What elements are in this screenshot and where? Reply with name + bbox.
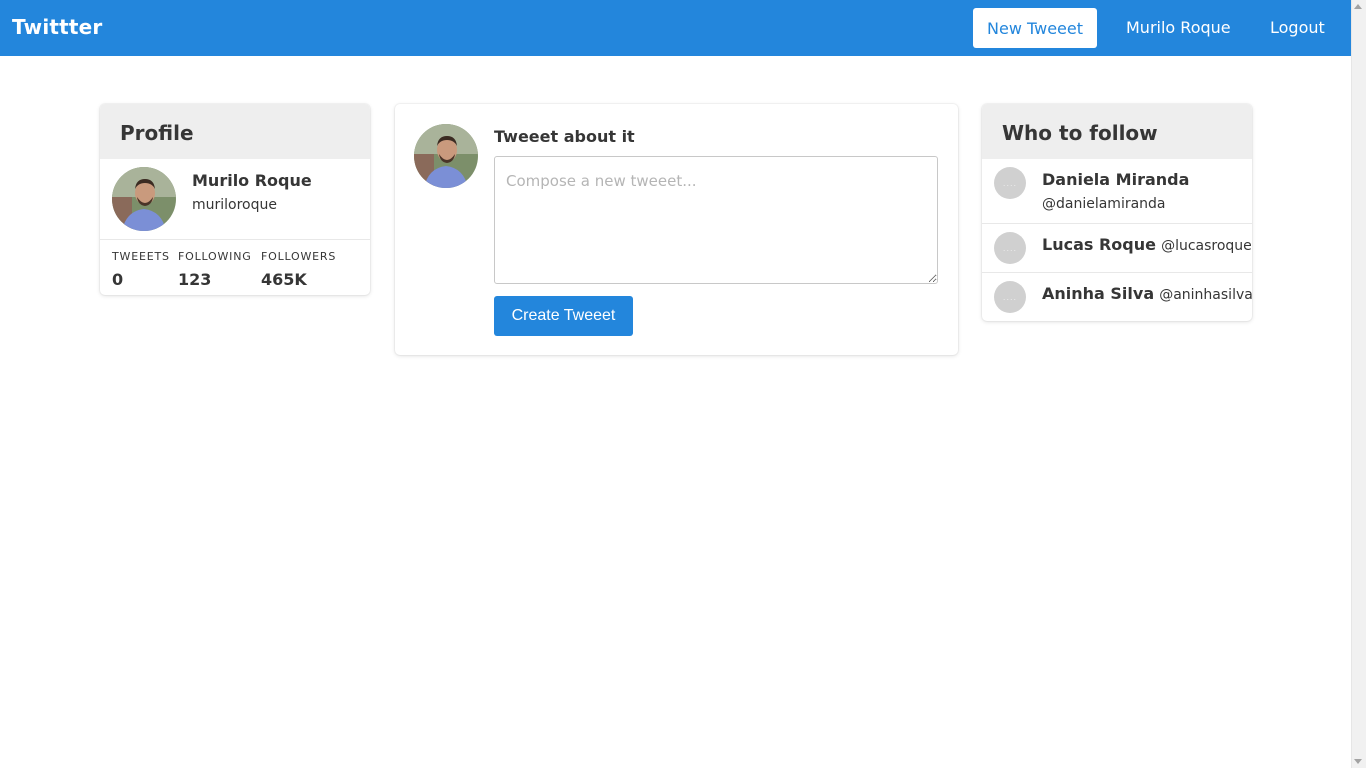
compose-title: Tweeet about it (494, 127, 635, 146)
who-to-follow-header: Who to follow (982, 104, 1252, 159)
follow-name[interactable]: Lucas Roque (1042, 235, 1156, 254)
who-to-follow-card: Who to follow .... Daniela Miranda @dani… (982, 104, 1252, 321)
compose-card: Tweeet about it Create Tweeet (395, 104, 958, 355)
follow-handle: @aninhasilva (1159, 287, 1252, 303)
follow-name[interactable]: Aninha Silva (1042, 284, 1154, 303)
tweet-compose-input[interactable] (494, 156, 938, 284)
logout-link[interactable]: Logout (1270, 18, 1325, 37)
profile-name[interactable]: Murilo Roque (192, 171, 312, 190)
scroll-up-icon[interactable] (1354, 4, 1362, 9)
profile-card: Profile Murilo Roque muriloroque TWEEETS… (100, 104, 370, 295)
follow-item[interactable]: .... Aninha Silva @aninhasilva (982, 272, 1252, 321)
follow-item[interactable]: .... Lucas Roque @lucasroque (982, 223, 1252, 272)
stat-followers-label: FOLLOWERS (261, 250, 337, 263)
compose-avatar (414, 124, 478, 188)
follow-avatar: .... (994, 167, 1026, 199)
new-tweet-button[interactable]: New Tweeet (973, 8, 1097, 48)
profile-avatar[interactable] (112, 167, 176, 231)
follow-handle: @danielamiranda (1042, 196, 1166, 212)
stat-tweets-label: TWEEETS (112, 250, 170, 263)
stat-tweets-value: 0 (112, 270, 124, 289)
follow-avatar: .... (994, 281, 1026, 313)
profile-photo-icon (112, 167, 176, 231)
follow-avatar: .... (994, 232, 1026, 264)
profile-handle: muriloroque (192, 197, 277, 213)
user-profile-link[interactable]: Murilo Roque (1126, 18, 1231, 37)
create-tweet-button[interactable]: Create Tweeet (494, 296, 633, 336)
follow-name[interactable]: Daniela Miranda (1042, 170, 1189, 189)
scroll-down-icon[interactable] (1354, 759, 1362, 764)
brand-logo[interactable]: Twittter (12, 15, 103, 39)
follow-item[interactable]: .... Daniela Miranda @danielamiranda (982, 159, 1252, 224)
compose-photo-icon (414, 124, 478, 188)
profile-divider (100, 239, 370, 240)
stat-followers-value: 465K (261, 270, 307, 289)
profile-card-header: Profile (100, 104, 370, 159)
stat-following-label: FOLLOWING (178, 250, 252, 263)
top-navbar: Twittter New Tweeet Murilo Roque Logout (0, 0, 1351, 56)
stat-following-value: 123 (178, 270, 212, 289)
page-scrollbar[interactable] (1351, 0, 1366, 768)
follow-handle: @lucasroque (1161, 238, 1252, 254)
